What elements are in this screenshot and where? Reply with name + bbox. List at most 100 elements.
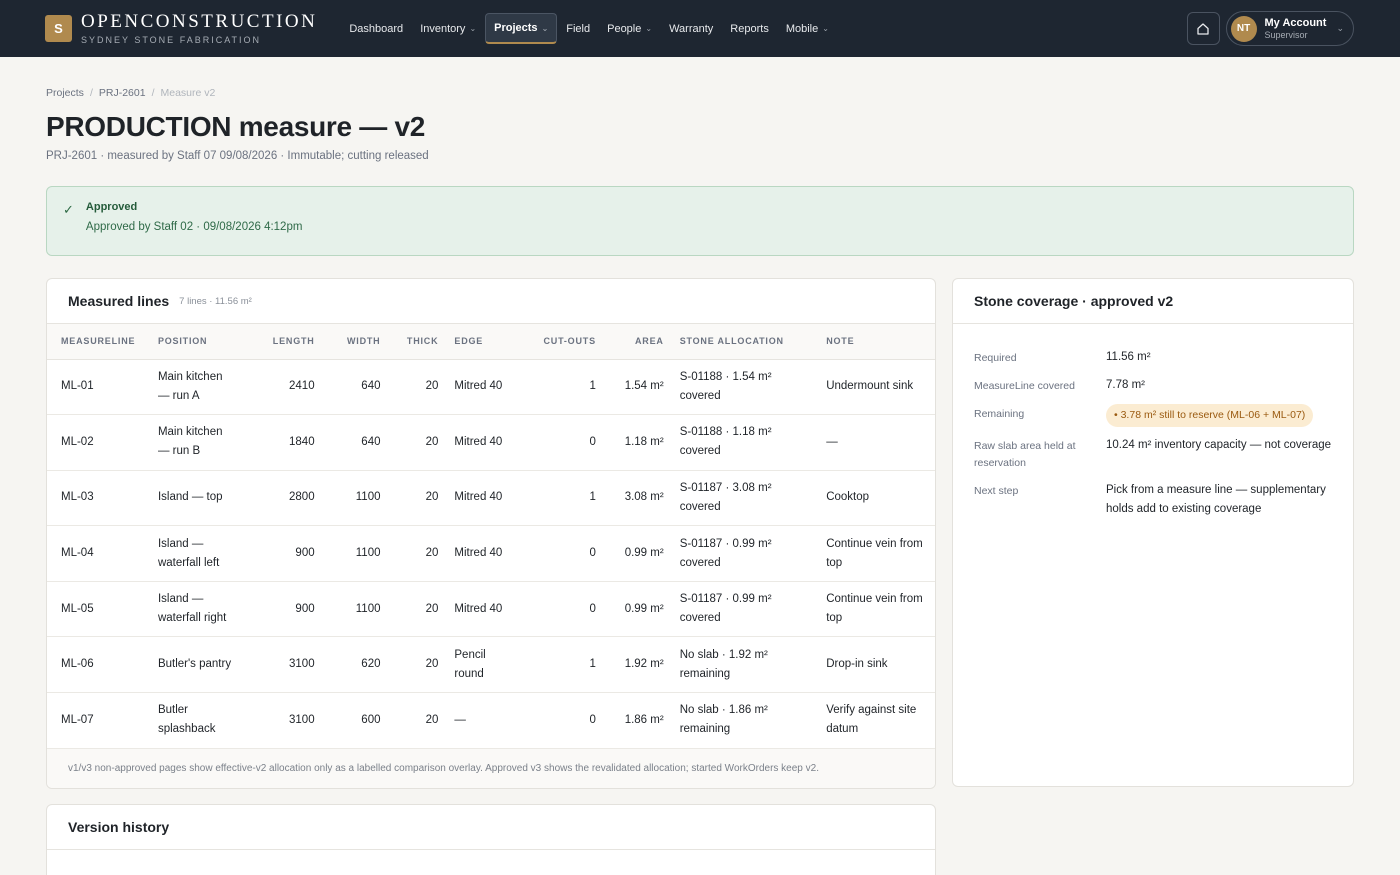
nav-mobile[interactable]: Mobile ⌄: [778, 15, 837, 43]
cell-width: 1100: [322, 470, 389, 527]
table-row[interactable]: ML-02 Main kitchen — run B 1840 640 20 Mitred…: [47, 414, 935, 471]
table-row[interactable]: ML-06 Butler's pantry 3100 620 20 Pencil roun…: [47, 636, 935, 694]
account-role: Supervisor: [1264, 30, 1308, 40]
nav-label: Inventory: [420, 22, 466, 35]
approval-title: Approved: [85, 201, 138, 213]
cell-id: ML-06: [47, 636, 150, 694]
cell-thick: 20: [388, 470, 447, 527]
cell-edge: Mitred 40: [446, 581, 517, 638]
chevron-down-icon: ⌄: [541, 23, 549, 33]
chevron-down-icon: ⌄: [469, 24, 477, 33]
main-nav: Dashboard Inventory ⌄ Projects ⌄ Field People ⌄…: [341, 13, 838, 44]
cell-note: Verify against site datum: [818, 692, 935, 749]
nav-label: Warranty: [669, 22, 714, 35]
cell-position: Main kitchen — run B: [149, 414, 245, 471]
account-name: My Account: [1264, 17, 1327, 29]
column-header[interactable]: LENGTH: [244, 324, 323, 360]
cell-width: 1100: [322, 581, 389, 638]
cell-edge: Mitred 40: [446, 525, 517, 582]
raw-slab-label: Raw slab area held at reservation: [974, 440, 1076, 469]
brand-subtitle: SYDNEY STONE FABRICATION: [81, 35, 262, 45]
table-row[interactable]: ML-03 Island — top 2800 1100 20 Mitred 40 1 3.0…: [47, 470, 935, 527]
cell-cutouts: 0: [516, 525, 604, 582]
brand-name: OPENCONSTRUCTION: [81, 11, 318, 32]
cell-area: 1.86 m²: [603, 692, 672, 749]
cell-id: ML-03: [47, 470, 150, 527]
cell-area: 0.99 m²: [603, 525, 672, 582]
nav-people[interactable]: People ⌄: [599, 15, 660, 43]
cell-area: 1.18 m²: [603, 414, 672, 471]
column-header[interactable]: EDGE: [446, 324, 517, 360]
required-label: Required: [974, 352, 1017, 364]
cell-position: Butler splashback: [149, 692, 245, 749]
nav-label: Reports: [730, 22, 769, 35]
cell-allocation: S-01188 · 1.18 m² covered: [671, 414, 819, 471]
cell-note: Undermount sink: [818, 359, 935, 416]
top-navbar: S OPENCONSTRUCTION SYDNEY STONE FABRICAT…: [0, 0, 1400, 57]
column-header[interactable]: STONE ALLOCATION: [671, 324, 819, 360]
check-icon: ✓: [63, 202, 74, 217]
cell-id: ML-01: [47, 359, 150, 416]
cell-thick: 20: [388, 636, 447, 694]
brand[interactable]: S OPENCONSTRUCTION SYDNEY STONE FABRICAT…: [45, 12, 317, 45]
breadcrumb-separator: /: [89, 87, 93, 99]
avatar: NT: [1230, 15, 1257, 42]
column-header[interactable]: MEASURELINE: [47, 324, 150, 360]
nav-inventory[interactable]: Inventory ⌄: [412, 15, 484, 43]
page-subtitle: PRJ-2601 · measured by Staff 07 09/08/20…: [46, 150, 429, 162]
nav-reports[interactable]: Reports: [722, 15, 777, 43]
cell-id: ML-07: [47, 692, 150, 749]
nav-label: Projects: [494, 22, 538, 34]
home-button[interactable]: [1186, 12, 1220, 45]
cell-allocation: No slab · 1.92 m² remaining: [671, 636, 819, 694]
account-menu[interactable]: NT My Account Supervisor ⌄: [1225, 11, 1354, 46]
cell-allocation: S-01188 · 1.54 m² covered: [671, 359, 819, 416]
column-header[interactable]: WIDTH: [322, 324, 389, 360]
table-row[interactable]: ML-01 Main kitchen — run A 2410 640 20 Mitred…: [47, 359, 935, 416]
required-value: 11.56 m²: [1106, 351, 1151, 363]
column-header[interactable]: THICK: [388, 324, 447, 360]
cell-position: Island — top: [149, 470, 245, 527]
nav-projects[interactable]: Projects ⌄: [485, 13, 558, 44]
cell-thick: 20: [388, 414, 447, 471]
measured-lines-card: Measured lines 7 lines · 11.56 m² MEASUR…: [46, 278, 936, 789]
cell-cutouts: 0: [516, 414, 604, 471]
cell-area: 3.08 m²: [603, 470, 672, 527]
cell-area: 1.54 m²: [603, 359, 672, 416]
cell-edge: Mitred 40: [446, 414, 517, 471]
table-row[interactable]: ML-05 Island — waterfall right 900 1100 20 Mi…: [47, 581, 935, 638]
cell-thick: 20: [388, 359, 447, 416]
cell-length: 900: [244, 581, 323, 638]
brand-logo: S: [45, 15, 72, 42]
cell-note: Drop-in sink: [818, 636, 935, 694]
nav-field[interactable]: Field: [558, 15, 598, 43]
cell-length: 900: [244, 525, 323, 582]
home-icon: [1197, 22, 1209, 35]
cell-allocation: S-01187 · 3.08 m² covered: [671, 470, 819, 527]
cell-note: Continue vein from top: [818, 525, 935, 582]
approval-detail: Approved by Staff 02 · 09/08/2026 4:12pm: [85, 221, 303, 233]
column-header[interactable]: NOTE: [818, 324, 935, 360]
cell-id: ML-05: [47, 581, 150, 638]
breadcrumb-projects[interactable]: Projects: [46, 87, 84, 99]
cell-position: Island — waterfall right: [149, 581, 245, 638]
table-row[interactable]: ML-07 Butler splashback 3100 600 20—0 1.86 m²…: [47, 692, 935, 749]
cell-edge: Mitred 40: [446, 359, 517, 416]
cell-allocation: No slab · 1.86 m² remaining: [671, 692, 819, 749]
chevron-down-icon: ⌄: [1336, 23, 1344, 33]
column-header[interactable]: AREA: [603, 324, 672, 360]
cell-cutouts: 1: [516, 636, 604, 694]
cell-edge: Mitred 40: [446, 470, 517, 527]
column-header[interactable]: CUT-OUTS: [516, 324, 604, 360]
nav-dashboard[interactable]: Dashboard: [341, 15, 411, 43]
breadcrumb-project[interactable]: PRJ-2601: [99, 87, 146, 99]
cell-position: Butler's pantry: [149, 636, 245, 694]
covered-label: MeasureLine covered: [974, 380, 1075, 392]
column-header[interactable]: POSITION: [149, 324, 245, 360]
table-row[interactable]: ML-04 Island — waterfall left 900 1100 20 Mit…: [47, 525, 935, 582]
remaining-badge: • 3.78 m² still to reserve (ML-06 + ML-0…: [1106, 404, 1314, 427]
cell-length: 1840: [244, 414, 323, 471]
card-meta: 7 lines · 11.56 m²: [179, 295, 252, 307]
cell-edge: —: [446, 692, 517, 749]
nav-warranty[interactable]: Warranty: [661, 15, 721, 43]
